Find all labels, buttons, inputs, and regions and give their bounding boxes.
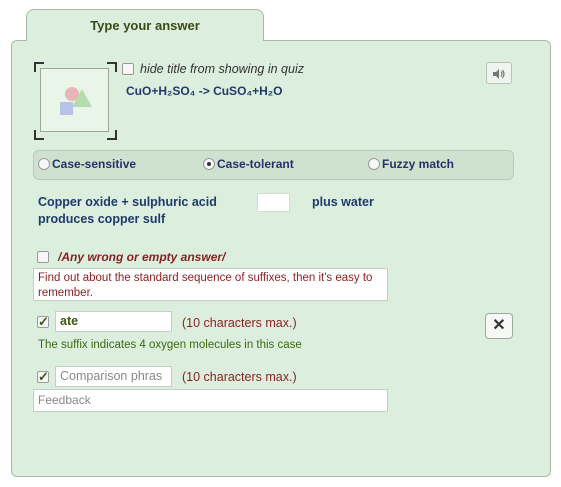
question-title: CuO+H₂SO₄ -> CuSO₄+H₂O	[126, 84, 283, 98]
answer-1-max-note: (10 characters max.)	[182, 316, 297, 330]
tab-label: Type your answer	[90, 18, 200, 33]
sentence-line-2: produces copper sulf	[38, 212, 166, 226]
answer-1-feedback: The suffix indicates 4 oxygen molecules …	[38, 339, 302, 351]
radio-case-sensitive[interactable]	[38, 158, 50, 170]
radio-case-tolerant-label: Case-tolerant	[217, 157, 294, 171]
answer-2-max-note: (10 characters max.)	[182, 370, 297, 384]
wrong-answer-feedback[interactable]: Find out about the standard sequence of …	[33, 268, 388, 301]
sentence-part-1: Copper oxide + sulphuric acid produces c…	[38, 194, 217, 228]
radio-fuzzy-match[interactable]	[368, 158, 380, 170]
answer-1-checkbox[interactable]	[37, 314, 49, 330]
answer-2-feedback-input[interactable]: Feedback	[33, 389, 388, 412]
delete-answer-button[interactable]: ✕	[485, 313, 513, 339]
sound-button[interactable]	[486, 62, 512, 84]
speaker-icon	[492, 66, 506, 80]
radio-case-tolerant[interactable]	[203, 158, 215, 170]
answer-1-input[interactable]: ate	[55, 311, 172, 332]
answer-blank[interactable]	[257, 193, 290, 212]
tab-type-your-answer[interactable]: Type your answer	[26, 9, 264, 41]
radio-fuzzy-match-label: Fuzzy match	[382, 157, 455, 171]
hide-title-checkbox[interactable]	[122, 63, 134, 75]
sentence-line-1: Copper oxide + sulphuric acid	[38, 195, 217, 209]
question-image-placeholder[interactable]	[34, 62, 117, 140]
sentence-part-2: plus water	[312, 195, 374, 209]
hide-title-label: hide title from showing in quiz	[140, 62, 304, 76]
image-icon	[40, 68, 109, 132]
wrong-answer-label: /Any wrong or empty answer/	[58, 250, 226, 264]
answer-2-input[interactable]: Comparison phras	[55, 366, 172, 387]
answer-2-checkbox[interactable]	[37, 369, 49, 385]
radio-case-sensitive-label: Case-sensitive	[52, 157, 137, 171]
close-icon: ✕	[492, 317, 506, 334]
wrong-answer-checkbox[interactable]	[37, 251, 49, 263]
